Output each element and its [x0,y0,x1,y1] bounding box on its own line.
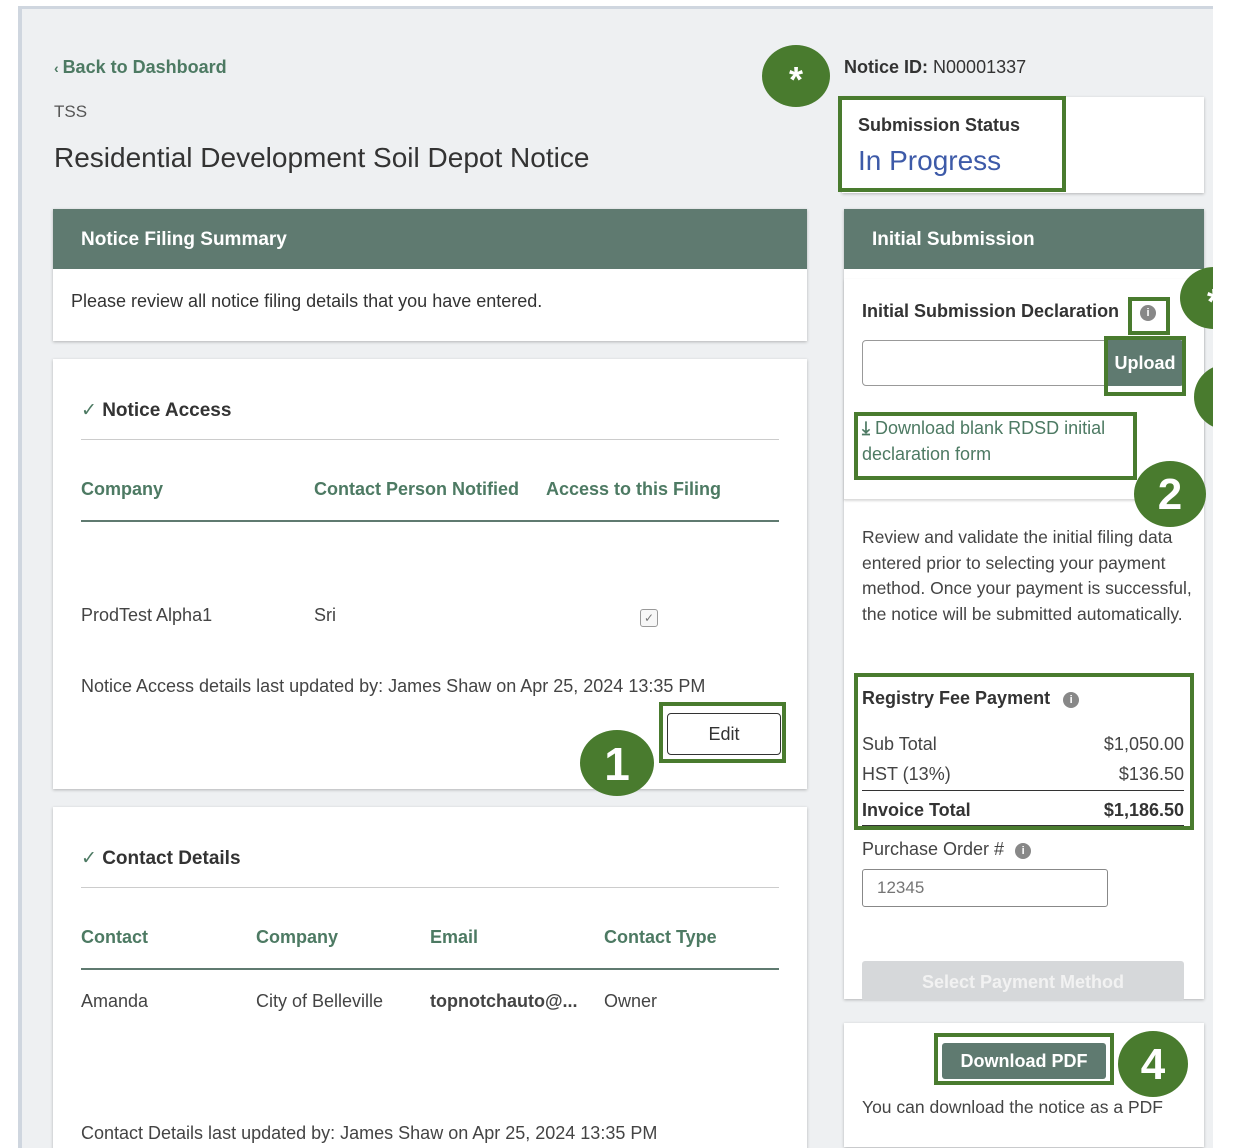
download-pdf-note: You can download the notice as a PDF [862,1097,1163,1117]
callout-1: 1 [580,730,654,796]
divider [81,887,779,888]
fee-highlight [854,673,1194,830]
notice-access-title: ✓ Notice Access [81,400,232,421]
callout-star-status: * [762,45,830,107]
row-contact-type: Owner [604,991,658,1011]
check-icon: ✓ [81,848,103,869]
summary-header: Notice Filing Summary [53,209,807,269]
back-to-dashboard-link[interactable]: ‹ Back to Dashboard [54,57,227,78]
contact-details-card: ✓ Contact Details Contact Company Email … [53,807,807,1148]
select-payment-button[interactable]: Select Payment Method [862,961,1184,1001]
notice-filing-summary-card: Notice Filing Summary Please review all … [53,209,807,341]
notice-access-updated: Notice Access details last updated by: J… [81,676,706,696]
edit-highlight [659,702,786,763]
declaration-label: Initial Submission Declaration [862,301,1120,321]
upload-highlight [1104,336,1186,396]
row-email-link[interactable]: topnotchauto@... [430,991,578,1012]
initial-submission-header: Initial Submission [844,209,1204,269]
purchase-order-input[interactable] [862,869,1108,907]
access-checkbox[interactable]: ✓ [640,609,658,627]
status-highlight [838,96,1066,192]
po-label: Purchase Order # i [862,839,1032,860]
contact-details-title: ✓ Contact Details [81,848,241,869]
divider [81,439,779,440]
col-contact-type: Contact Type [604,927,717,947]
callout-2: 2 [1134,461,1206,527]
review-text: Review and validate the initial filing d… [862,527,1192,624]
col-company: Company [256,927,339,947]
table-header-rule [81,968,779,970]
download-form-highlight [854,412,1137,480]
row-contact: Amanda [81,991,149,1011]
col-contact: Contact [81,927,148,947]
info-icon[interactable]: i [1015,843,1032,859]
table-header-rule [81,520,779,522]
row-company: City of Belleville [256,991,384,1011]
chevron-left-icon: ‹ [54,60,63,76]
col-email: Email [430,927,479,947]
col-access: Access to this Filing [546,479,722,499]
summary-message: Please review all notice filing details … [71,291,543,311]
col-contact-person: Contact Person Notified [314,479,520,499]
check-icon: ✓ [81,400,103,421]
contact-details-updated: Contact Details last updated by: James S… [81,1123,658,1143]
notice-id: Notice ID: N00001337 [844,57,1027,77]
callout-4: 4 [1118,1031,1188,1097]
row-contact: Sri [314,605,336,625]
row-company: ProdTest Alpha1 [81,605,213,625]
page-title: Residential Development Soil Depot Notic… [54,142,590,173]
download-pdf-highlight [934,1033,1114,1085]
app-label: TSS [54,102,88,121]
page: ‹ Back to Dashboard TSS Residential Deve… [18,6,1213,1148]
declaration-file-input[interactable] [862,340,1106,386]
col-company: Company [81,479,164,499]
declaration-info-highlight [1128,297,1170,335]
